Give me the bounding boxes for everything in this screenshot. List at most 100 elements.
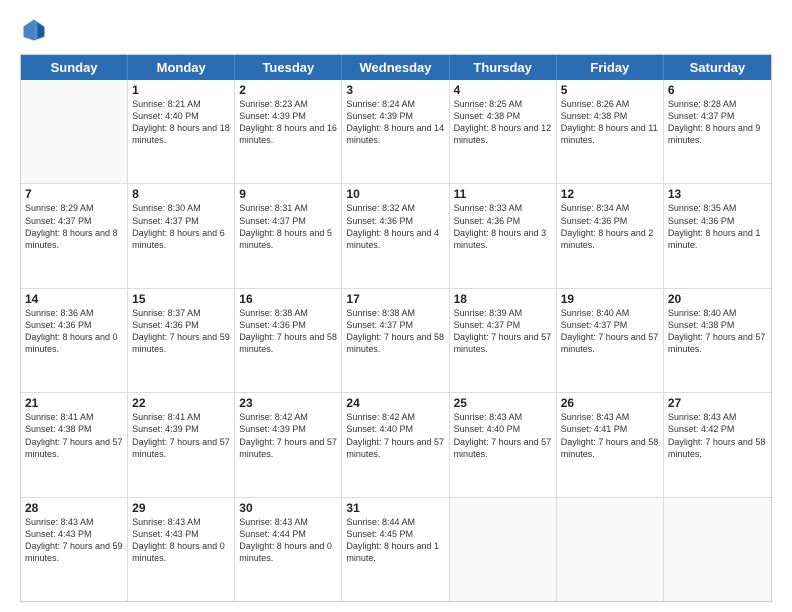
cell-info: Sunrise: 8:29 AMSunset: 4:37 PMDaylight:… xyxy=(25,202,123,251)
cal-cell: 5Sunrise: 8:26 AMSunset: 4:38 PMDaylight… xyxy=(557,80,664,183)
cal-cell: 4Sunrise: 8:25 AMSunset: 4:38 PMDaylight… xyxy=(450,80,557,183)
cell-info: Sunrise: 8:31 AMSunset: 4:37 PMDaylight:… xyxy=(239,202,337,251)
cell-info: Sunrise: 8:43 AMSunset: 4:43 PMDaylight:… xyxy=(132,516,230,565)
day-number: 15 xyxy=(132,292,230,306)
cal-header-monday: Monday xyxy=(128,55,235,80)
cell-info: Sunrise: 8:32 AMSunset: 4:36 PMDaylight:… xyxy=(346,202,444,251)
cal-header-sunday: Sunday xyxy=(21,55,128,80)
cal-cell: 28Sunrise: 8:43 AMSunset: 4:43 PMDayligh… xyxy=(21,498,128,601)
day-number: 12 xyxy=(561,187,659,201)
cal-cell: 16Sunrise: 8:38 AMSunset: 4:36 PMDayligh… xyxy=(235,289,342,392)
day-number: 16 xyxy=(239,292,337,306)
cell-info: Sunrise: 8:43 AMSunset: 4:40 PMDaylight:… xyxy=(454,411,552,460)
cal-cell: 25Sunrise: 8:43 AMSunset: 4:40 PMDayligh… xyxy=(450,393,557,496)
cell-info: Sunrise: 8:37 AMSunset: 4:36 PMDaylight:… xyxy=(132,307,230,356)
cal-cell: 7Sunrise: 8:29 AMSunset: 4:37 PMDaylight… xyxy=(21,184,128,287)
day-number: 30 xyxy=(239,501,337,515)
cell-info: Sunrise: 8:21 AMSunset: 4:40 PMDaylight:… xyxy=(132,98,230,147)
cell-info: Sunrise: 8:34 AMSunset: 4:36 PMDaylight:… xyxy=(561,202,659,251)
cal-cell: 1Sunrise: 8:21 AMSunset: 4:40 PMDaylight… xyxy=(128,80,235,183)
cal-cell: 19Sunrise: 8:40 AMSunset: 4:37 PMDayligh… xyxy=(557,289,664,392)
cal-cell: 11Sunrise: 8:33 AMSunset: 4:36 PMDayligh… xyxy=(450,184,557,287)
cell-info: Sunrise: 8:41 AMSunset: 4:39 PMDaylight:… xyxy=(132,411,230,460)
cal-cell: 20Sunrise: 8:40 AMSunset: 4:38 PMDayligh… xyxy=(664,289,771,392)
cal-cell: 17Sunrise: 8:38 AMSunset: 4:37 PMDayligh… xyxy=(342,289,449,392)
cal-cell: 30Sunrise: 8:43 AMSunset: 4:44 PMDayligh… xyxy=(235,498,342,601)
page: SundayMondayTuesdayWednesdayThursdayFrid… xyxy=(0,0,792,612)
cell-info: Sunrise: 8:43 AMSunset: 4:43 PMDaylight:… xyxy=(25,516,123,565)
day-number: 22 xyxy=(132,396,230,410)
cal-week-5: 28Sunrise: 8:43 AMSunset: 4:43 PMDayligh… xyxy=(21,498,771,601)
day-number: 17 xyxy=(346,292,444,306)
day-number: 24 xyxy=(346,396,444,410)
logo xyxy=(20,16,52,44)
cal-cell: 21Sunrise: 8:41 AMSunset: 4:38 PMDayligh… xyxy=(21,393,128,496)
cal-cell: 24Sunrise: 8:42 AMSunset: 4:40 PMDayligh… xyxy=(342,393,449,496)
header xyxy=(20,16,772,44)
cal-cell: 13Sunrise: 8:35 AMSunset: 4:36 PMDayligh… xyxy=(664,184,771,287)
cell-info: Sunrise: 8:30 AMSunset: 4:37 PMDaylight:… xyxy=(132,202,230,251)
cell-info: Sunrise: 8:36 AMSunset: 4:36 PMDaylight:… xyxy=(25,307,123,356)
cell-info: Sunrise: 8:42 AMSunset: 4:40 PMDaylight:… xyxy=(346,411,444,460)
cell-info: Sunrise: 8:41 AMSunset: 4:38 PMDaylight:… xyxy=(25,411,123,460)
day-number: 3 xyxy=(346,83,444,97)
cal-cell: 9Sunrise: 8:31 AMSunset: 4:37 PMDaylight… xyxy=(235,184,342,287)
cell-info: Sunrise: 8:44 AMSunset: 4:45 PMDaylight:… xyxy=(346,516,444,565)
day-number: 20 xyxy=(668,292,767,306)
cal-header-wednesday: Wednesday xyxy=(342,55,449,80)
cal-header-tuesday: Tuesday xyxy=(235,55,342,80)
cal-cell: 2Sunrise: 8:23 AMSunset: 4:39 PMDaylight… xyxy=(235,80,342,183)
day-number: 10 xyxy=(346,187,444,201)
day-number: 9 xyxy=(239,187,337,201)
day-number: 31 xyxy=(346,501,444,515)
cal-cell xyxy=(557,498,664,601)
cal-cell: 23Sunrise: 8:42 AMSunset: 4:39 PMDayligh… xyxy=(235,393,342,496)
cal-cell: 10Sunrise: 8:32 AMSunset: 4:36 PMDayligh… xyxy=(342,184,449,287)
day-number: 6 xyxy=(668,83,767,97)
cal-header-thursday: Thursday xyxy=(450,55,557,80)
day-number: 18 xyxy=(454,292,552,306)
cal-cell: 18Sunrise: 8:39 AMSunset: 4:37 PMDayligh… xyxy=(450,289,557,392)
cal-cell xyxy=(21,80,128,183)
day-number: 13 xyxy=(668,187,767,201)
cal-cell: 31Sunrise: 8:44 AMSunset: 4:45 PMDayligh… xyxy=(342,498,449,601)
day-number: 7 xyxy=(25,187,123,201)
calendar-body: 1Sunrise: 8:21 AMSunset: 4:40 PMDaylight… xyxy=(21,80,771,601)
day-number: 26 xyxy=(561,396,659,410)
cal-cell: 3Sunrise: 8:24 AMSunset: 4:39 PMDaylight… xyxy=(342,80,449,183)
cell-info: Sunrise: 8:40 AMSunset: 4:38 PMDaylight:… xyxy=(668,307,767,356)
calendar-header-row: SundayMondayTuesdayWednesdayThursdayFrid… xyxy=(21,55,771,80)
cal-cell: 29Sunrise: 8:43 AMSunset: 4:43 PMDayligh… xyxy=(128,498,235,601)
cell-info: Sunrise: 8:38 AMSunset: 4:36 PMDaylight:… xyxy=(239,307,337,356)
cell-info: Sunrise: 8:42 AMSunset: 4:39 PMDaylight:… xyxy=(239,411,337,460)
cal-cell xyxy=(450,498,557,601)
cal-cell xyxy=(664,498,771,601)
day-number: 25 xyxy=(454,396,552,410)
cell-info: Sunrise: 8:33 AMSunset: 4:36 PMDaylight:… xyxy=(454,202,552,251)
day-number: 8 xyxy=(132,187,230,201)
cell-info: Sunrise: 8:43 AMSunset: 4:41 PMDaylight:… xyxy=(561,411,659,460)
cal-header-saturday: Saturday xyxy=(664,55,771,80)
day-number: 14 xyxy=(25,292,123,306)
cal-cell: 26Sunrise: 8:43 AMSunset: 4:41 PMDayligh… xyxy=(557,393,664,496)
day-number: 29 xyxy=(132,501,230,515)
day-number: 4 xyxy=(454,83,552,97)
cal-week-4: 21Sunrise: 8:41 AMSunset: 4:38 PMDayligh… xyxy=(21,393,771,497)
cal-cell: 27Sunrise: 8:43 AMSunset: 4:42 PMDayligh… xyxy=(664,393,771,496)
cell-info: Sunrise: 8:25 AMSunset: 4:38 PMDaylight:… xyxy=(454,98,552,147)
cal-week-1: 1Sunrise: 8:21 AMSunset: 4:40 PMDaylight… xyxy=(21,80,771,184)
day-number: 27 xyxy=(668,396,767,410)
cell-info: Sunrise: 8:26 AMSunset: 4:38 PMDaylight:… xyxy=(561,98,659,147)
cal-cell: 8Sunrise: 8:30 AMSunset: 4:37 PMDaylight… xyxy=(128,184,235,287)
day-number: 23 xyxy=(239,396,337,410)
cal-week-3: 14Sunrise: 8:36 AMSunset: 4:36 PMDayligh… xyxy=(21,289,771,393)
cal-week-2: 7Sunrise: 8:29 AMSunset: 4:37 PMDaylight… xyxy=(21,184,771,288)
calendar: SundayMondayTuesdayWednesdayThursdayFrid… xyxy=(20,54,772,602)
cell-info: Sunrise: 8:24 AMSunset: 4:39 PMDaylight:… xyxy=(346,98,444,147)
cell-info: Sunrise: 8:28 AMSunset: 4:37 PMDaylight:… xyxy=(668,98,767,147)
cal-header-friday: Friday xyxy=(557,55,664,80)
day-number: 19 xyxy=(561,292,659,306)
cell-info: Sunrise: 8:35 AMSunset: 4:36 PMDaylight:… xyxy=(668,202,767,251)
cell-info: Sunrise: 8:40 AMSunset: 4:37 PMDaylight:… xyxy=(561,307,659,356)
cell-info: Sunrise: 8:38 AMSunset: 4:37 PMDaylight:… xyxy=(346,307,444,356)
